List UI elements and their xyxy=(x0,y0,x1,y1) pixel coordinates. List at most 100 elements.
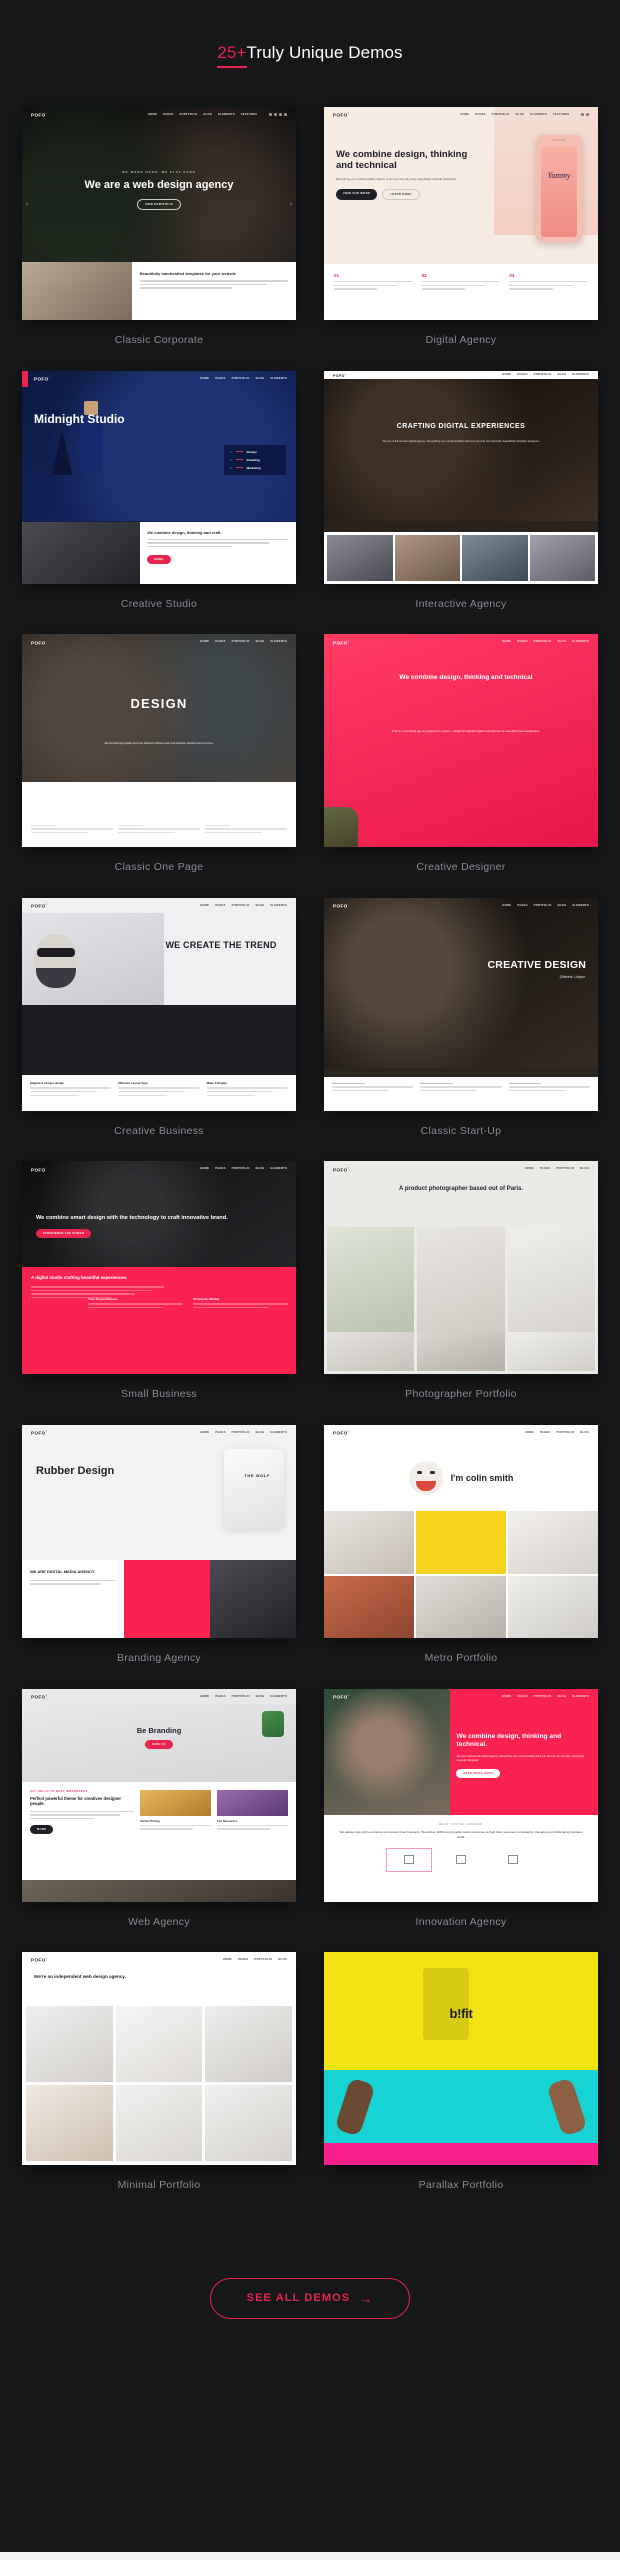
mini-logo: POFO• xyxy=(333,111,350,118)
hero-title: I'm colin smith xyxy=(450,1472,514,1483)
hero-cta-primary[interactable]: VIEW OUR WORK xyxy=(336,188,378,200)
demo-thumbnail[interactable]: POFO• HOME PAGES PORTFOLIO BLOG ELEMENTS We … xyxy=(324,634,598,848)
mini-logo: POFO• xyxy=(31,1692,48,1700)
hero-title: We are a web design agency xyxy=(84,179,234,192)
section-subtitle: Perfect powerful theme for creatives des… xyxy=(30,1795,121,1807)
carousel-prev-icon[interactable]: ‹ xyxy=(26,202,28,208)
demo-card-web-agency[interactable]: POFO• HOME PAGES PORTFOLIO BLOG ELEMENTS Be … xyxy=(22,1688,296,1929)
cta-container: SEE ALL DEMOS → xyxy=(0,2216,620,2319)
hero-title: CRAFTING DIGITAL EXPERIENCES xyxy=(396,422,526,430)
demo-card-creative-business[interactable]: POFO• HOME PAGES PORTFOLIO BLOG ELEMENTS WE … xyxy=(22,897,296,1138)
demo-label: Creative Studio xyxy=(120,597,198,610)
demo-card-interactive-agency[interactable]: POFO• HOME PAGES PORTFOLIO BLOG ELEMENTS CRA… xyxy=(324,370,598,611)
demo-label: Web Agency xyxy=(128,1915,190,1928)
demo-card-minimal-portfolio[interactable]: POFO• HOME PAGES PORTFOLIO BLOG We're an in… xyxy=(22,1952,296,2192)
product-label: THE WOLF xyxy=(244,1473,270,1479)
hero-title: b!fit xyxy=(449,2006,473,2022)
hero-subtitle: Different. Unique. xyxy=(559,975,586,980)
demo-thumbnail[interactable]: POFO• HOME PAGES PORTFOLIO BLOG ELEMENTS WE … xyxy=(22,897,296,1111)
hero-title: A product photographer based out of Pari… xyxy=(398,1186,524,1193)
demo-label: Classic Start-Up xyxy=(420,1124,502,1137)
demo-card-classic-one-page[interactable]: POFO• HOME PAGES PORTFOLIO BLOG ELEMENTS DES… xyxy=(22,634,296,874)
arrow-right-icon: → xyxy=(359,2290,374,2306)
mini-logo: POFO• xyxy=(333,638,350,646)
demo-thumbnail[interactable]: POFO• HOME PAGES PORTFOLIO BLOG ELEMENTS Be … xyxy=(22,1688,296,1902)
hero-title: We're an independent web design agency. xyxy=(34,1974,126,1980)
demo-thumbnail[interactable]: POFO• HOME PAGES PORTFOLIO BLOG I'm colin s… xyxy=(324,1425,598,1639)
hero-title: We combine smart design with the technol… xyxy=(36,1215,228,1222)
demo-card-creative-designer[interactable]: POFO• HOME PAGES PORTFOLIO BLOG ELEMENTS We … xyxy=(324,634,598,874)
demo-label: Minimal Portfolio xyxy=(117,2179,201,2192)
hero-title: We combine design, thinking and technica… xyxy=(336,149,468,172)
demo-thumbnail[interactable]: POFO• HOME PAGES PORTFOLIO BLOG A product p… xyxy=(324,1161,598,1375)
hero-cta-secondary[interactable]: LEARN MORE xyxy=(382,188,420,200)
demo-card-small-business[interactable]: POFO• HOME PAGES PORTFOLIO BLOG ELEMENTS We … xyxy=(22,1161,296,1401)
demo-thumbnail[interactable]: POFO• HOME PAGES PORTFOLIO BLOG ELEMENTS CRA… xyxy=(324,370,598,584)
demo-thumbnail[interactable]: POFO• HOME PAGES PORTFOLIO BLOG ELEMENTS DES… xyxy=(22,634,296,848)
page-title-text: Truly Unique Demos xyxy=(246,43,403,62)
page-title: 25+Truly Unique Demos xyxy=(0,30,620,69)
hero-title: DESIGN xyxy=(130,696,188,712)
mini-logo: POFO• xyxy=(31,1956,48,1964)
demo-label: Photographer Portfolio xyxy=(405,1388,517,1401)
demo-thumbnail[interactable]: POFO• HOME PAGES PORTFOLIO BLOG ELEMENTS FEAT… xyxy=(324,107,598,321)
hero-body: Everything you could possibly want it to… xyxy=(336,177,457,182)
hero-title: Be Branding xyxy=(136,1725,182,1735)
carousel-next-icon[interactable]: › xyxy=(290,202,292,208)
section-subtitle: A digital studio crafting beautiful expe… xyxy=(31,1275,128,1281)
demo-thumbnail[interactable]: POFO• HOME PAGES PORTFOLIO BLOG ELEMENTS We … xyxy=(22,1161,296,1375)
mini-logo: POFO• xyxy=(333,371,347,378)
hero-cta[interactable]: EXPERIENCE THE POWER xyxy=(36,1229,92,1239)
demo-label: Innovation Agency xyxy=(415,1915,507,1928)
hero-cta[interactable]: VIEW PORTFOLIO xyxy=(136,198,182,210)
mini-logo: POFO• xyxy=(31,111,48,118)
hero-title: CREATIVE DESIGN xyxy=(487,958,586,971)
mini-logo: POFO• xyxy=(333,902,350,909)
section-subtitle: Beautifully handcrafted templates for yo… xyxy=(139,271,237,277)
demo-label: Classic Corporate xyxy=(114,334,204,347)
mini-logo: POFO• xyxy=(31,902,48,909)
demo-card-digital-agency[interactable]: POFO• HOME PAGES PORTFOLIO BLOG ELEMENTS FEAT… xyxy=(324,107,598,347)
demo-thumbnail[interactable]: POFO• HOME PAGES PORTFOLIO BLOG ELEMENTS We … xyxy=(324,1688,598,1902)
hero-cta[interactable]: HIRE US xyxy=(145,1740,173,1750)
demo-card-innovation-agency[interactable]: POFO• HOME PAGES PORTFOLIO BLOG ELEMENTS We … xyxy=(324,1688,598,1929)
demo-label: Small Business xyxy=(121,1388,197,1401)
demo-label: Creative Business xyxy=(114,1124,204,1137)
demo-card-photographer-portfolio[interactable]: POFO• HOME PAGES PORTFOLIO BLOG A product p… xyxy=(324,1161,598,1401)
demo-thumbnail[interactable]: POFO• HOME PAGES PORTFOLIO BLOG ELEMENTS CRE… xyxy=(324,897,598,1111)
demos-section: 25+Truly Unique Demos POFO• HOME PAGES POR… xyxy=(0,0,620,2560)
section-subtitle: WE ARE DIGITAL MEDIA AGENCY xyxy=(30,1569,95,1575)
see-all-demos-label: SEE ALL DEMOS xyxy=(246,2292,351,2305)
demo-thumbnail[interactable]: POFO• HOME PAGES PORTFOLIO BLOG ELEMENTS Rub… xyxy=(22,1425,296,1639)
section-body: We always stay with our clients and resp… xyxy=(339,1829,583,1839)
demo-label: Branding Agency xyxy=(117,1652,201,1665)
demo-card-branding-agency[interactable]: POFO• HOME PAGES PORTFOLIO BLOG ELEMENTS Rub… xyxy=(22,1425,296,1665)
demo-grid: POFO• HOME PAGES PORTFOLIO BLOG ELEMENTS FEAT… xyxy=(0,107,620,2216)
mini-logo: POFO• xyxy=(31,1429,48,1436)
demo-thumbnail[interactable]: POFO• HOME PAGES PORTFOLIO BLOG ELEMENTS Mid… xyxy=(22,370,296,584)
see-all-demos-button[interactable]: SEE ALL DEMOS → xyxy=(209,2277,411,2319)
demo-thumbnail[interactable]: POFO• HOME PAGES PORTFOLIO BLOG We're an in… xyxy=(22,1952,296,2166)
demo-card-parallax-portfolio[interactable]: b!fit Parallax Portfolio xyxy=(324,1952,598,2192)
demo-card-classic-start-up[interactable]: POFO• HOME PAGES PORTFOLIO BLOG ELEMENTS CRE… xyxy=(324,897,598,1138)
hero-title: Rubber Design xyxy=(36,1465,115,1478)
mini-logo: POFO• xyxy=(333,1692,350,1700)
page-bottom-divider xyxy=(0,2552,620,2560)
demo-label: Creative Designer xyxy=(416,861,506,874)
demo-card-classic-corporate[interactable]: POFO• HOME PAGES PORTFOLIO BLOG ELEMENTS FEAT… xyxy=(22,107,296,347)
demo-card-creative-studio[interactable]: POFO• HOME PAGES PORTFOLIO BLOG ELEMENTS Mid… xyxy=(22,370,296,611)
demo-card-metro-portfolio[interactable]: POFO• HOME PAGES PORTFOLIO BLOG I'm colin s… xyxy=(324,1425,598,1665)
demo-label: Metro Portfolio xyxy=(424,1652,498,1665)
mini-logo: POFO• xyxy=(333,1165,350,1173)
hero-title: Midnight Studio xyxy=(34,411,125,426)
mini-logo: POFO• xyxy=(34,374,51,382)
hero-body: We provide high quality and cost effecti… xyxy=(104,742,214,746)
demo-label: Interactive Agency xyxy=(415,597,507,610)
hero-cta[interactable]: READ MORE HERE xyxy=(456,1768,500,1778)
section-subtitle: We combine design, thinking and craft. xyxy=(147,529,222,535)
demo-thumbnail[interactable]: POFO• HOME PAGES PORTFOLIO BLOG ELEMENTS FEAT… xyxy=(22,107,296,321)
mini-logo: POFO• xyxy=(31,1165,48,1173)
hero-body: Pofo is a branding agency based in Londo… xyxy=(391,729,541,734)
hero-title: WE CREATE THE TREND xyxy=(165,939,277,950)
demo-thumbnail[interactable]: b!fit xyxy=(324,1952,598,2166)
